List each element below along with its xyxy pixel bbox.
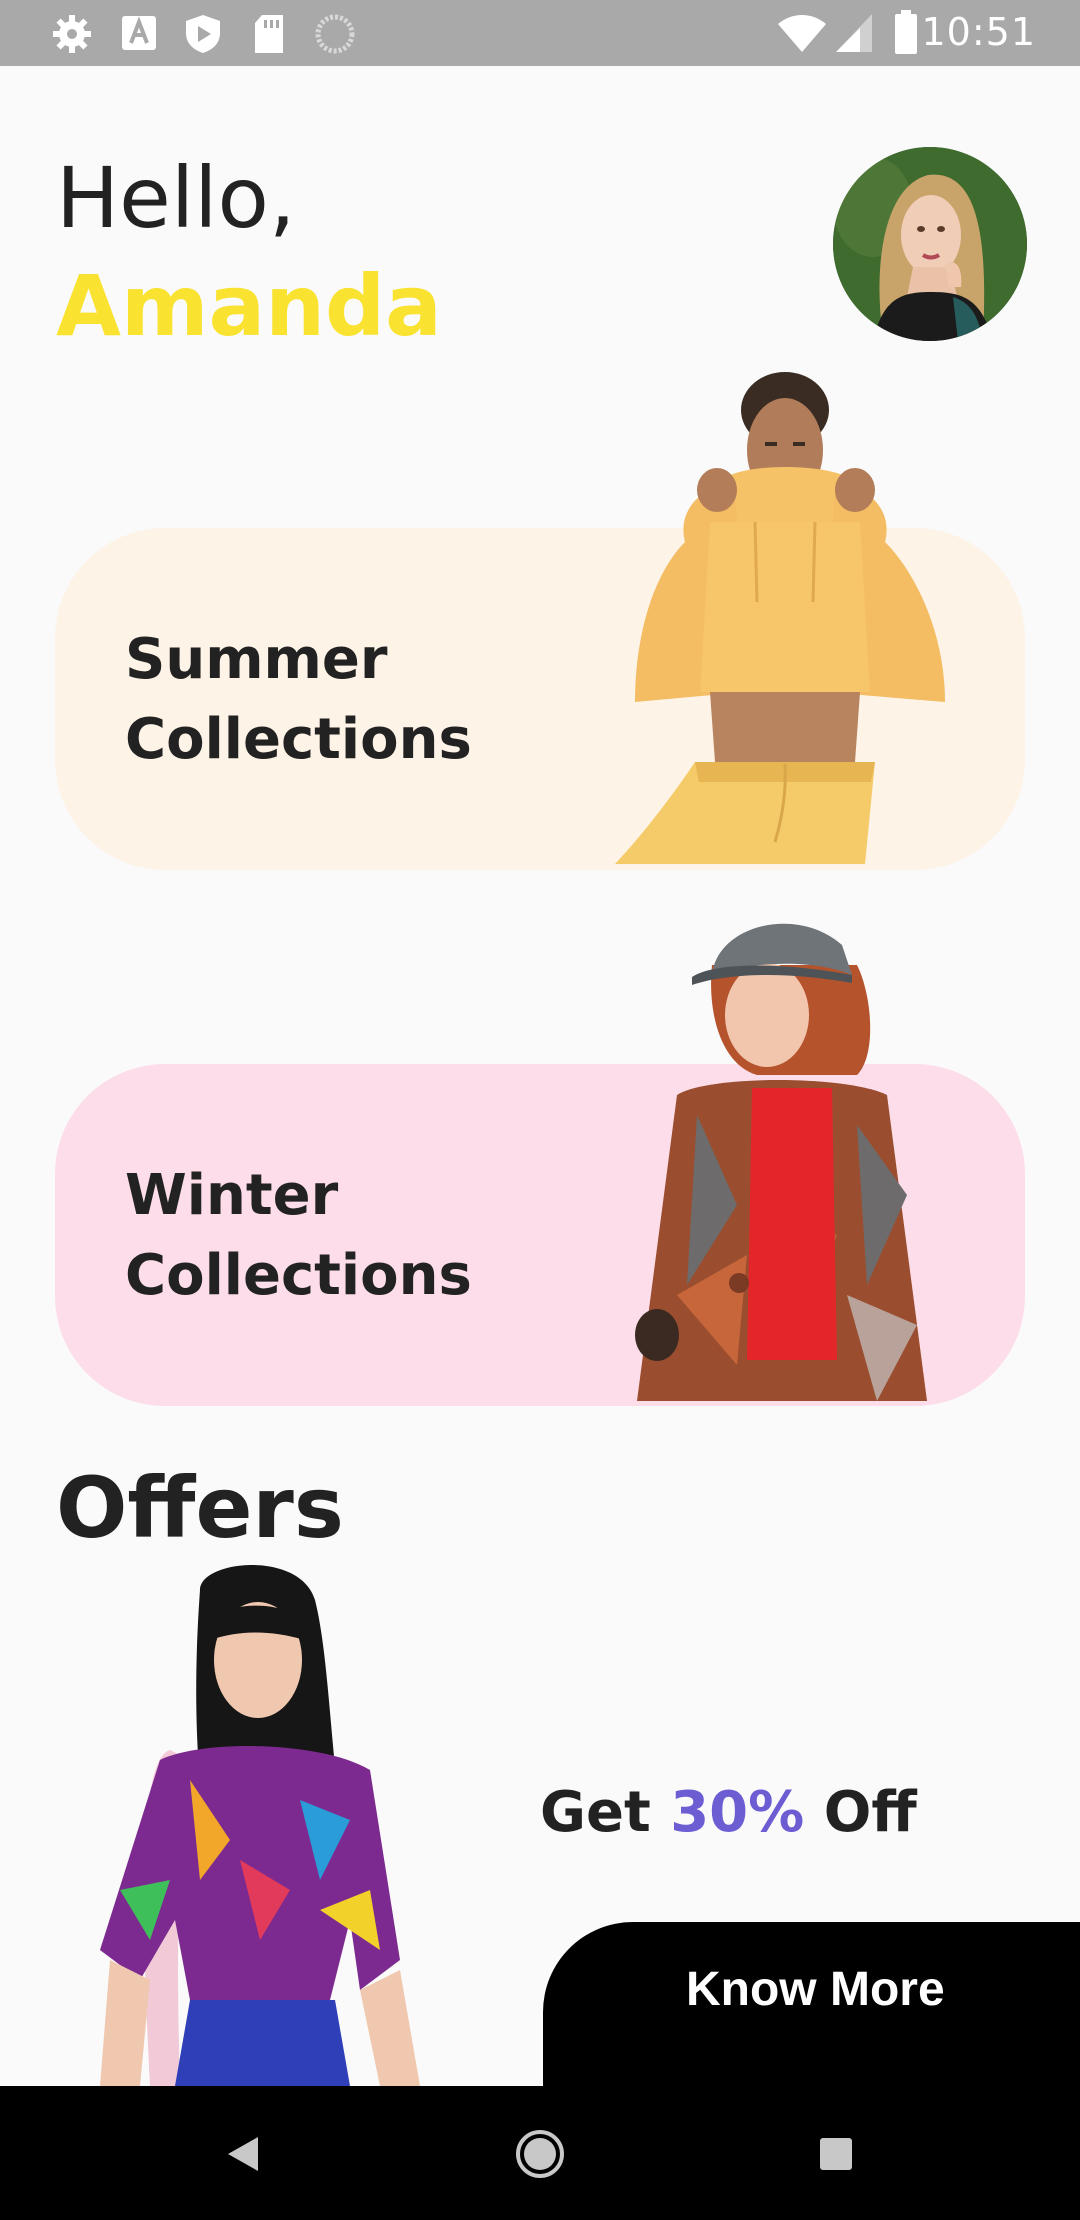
offer-off-text: Off [823,1780,917,1845]
offer-percent: 30% [670,1780,805,1845]
greeting-hello: Hello, [56,149,296,247]
summer-collections-label: Summer Collections [125,627,472,772]
navigation-bar [0,2086,1080,2220]
home-icon[interactable] [514,2128,566,2180]
winter-model-image [635,923,927,1401]
know-more-button[interactable]: Know More [543,1922,1080,2086]
offers-heading: Offers [56,1459,344,1557]
avatar-portrait [833,147,1027,341]
winter-collections-label: Winter Collections [125,1163,472,1308]
sd-card-icon [255,15,283,53]
circle-loading-icon [315,14,355,54]
signal-icon [836,14,872,52]
avatar[interactable] [833,147,1027,341]
greeting-name: Amanda [56,257,442,355]
wifi-icon [778,15,826,52]
offer-model-image [100,1565,420,2086]
battery-icon [895,10,917,54]
back-icon[interactable] [222,2134,262,2174]
gear-icon [53,15,91,53]
font-a-icon [122,16,156,50]
offer-text: Get 30% Off [540,1778,917,1848]
offer-get-text: Get [540,1780,651,1845]
recents-icon[interactable] [818,2136,854,2172]
summer-model-image [615,372,945,864]
status-time: 10:51 [921,10,1036,54]
status-bar: 10:51 [0,0,1080,66]
shield-play-icon [186,15,220,53]
